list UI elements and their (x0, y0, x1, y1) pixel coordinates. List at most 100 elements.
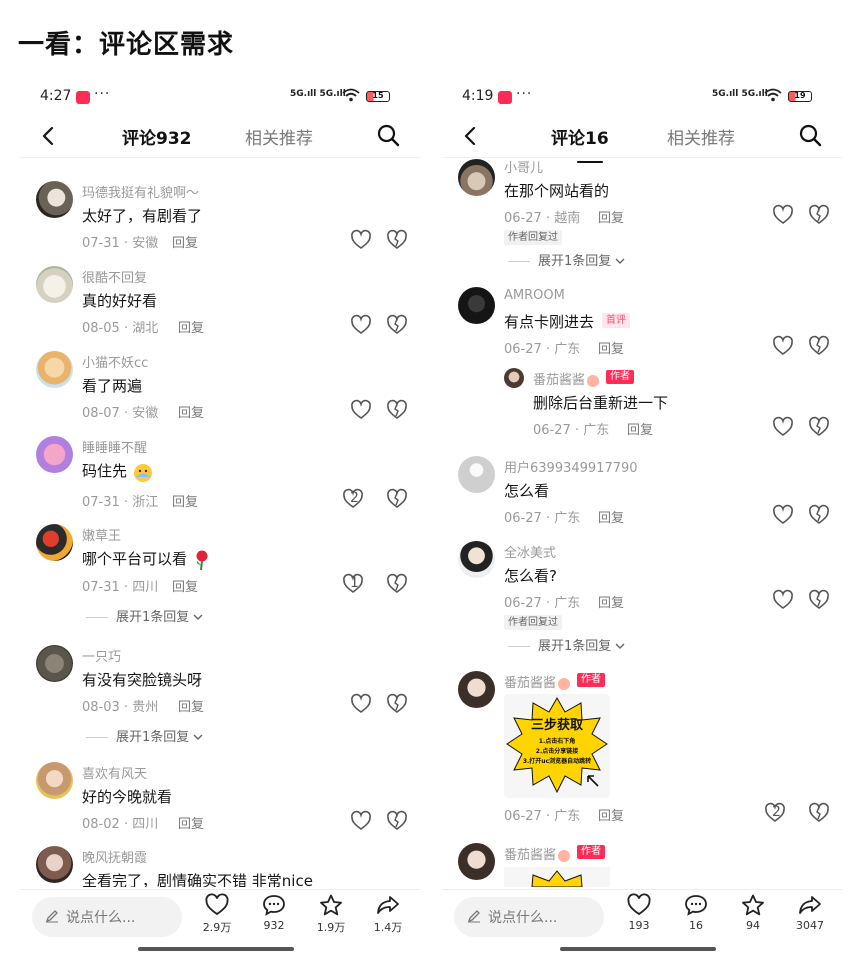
expand-replies-button[interactable]: 展开1条回复 (86, 726, 203, 745)
comment-button[interactable]: 932 (252, 893, 296, 932)
avatar[interactable] (458, 159, 495, 196)
tab-related[interactable]: 相关推荐 (245, 124, 313, 149)
broken-heart-icon[interactable] (808, 589, 830, 611)
back-arrow-icon[interactable] (38, 125, 60, 147)
comment-item[interactable]: 小哥儿 在那个网站看的 06-27 · 越南 回复 作者回复过 展开1条回复 (442, 159, 842, 275)
comment-input[interactable]: 说点什么... (454, 897, 604, 937)
avatar[interactable] (36, 762, 73, 799)
heart-icon[interactable] (350, 399, 372, 421)
comment-button[interactable]: 16 (674, 893, 718, 932)
reply-button[interactable]: 回复 (172, 232, 198, 251)
comment-item[interactable]: 睡睡睡不醒 码住先 07-31 · 浙江 回复 2 (20, 434, 420, 519)
heart-icon[interactable] (772, 416, 794, 438)
reply-button[interactable]: 回复 (178, 696, 204, 715)
broken-heart-icon[interactable] (386, 573, 408, 595)
comment-username[interactable]: 番茄酱酱 (504, 676, 556, 691)
avatar[interactable] (36, 645, 73, 682)
comment-item[interactable]: 喜欢有风天 好的今晚就看 08-02 · 四川 回复 (20, 760, 420, 840)
comment-item[interactable]: 小猫不妖cc 看了两遍 08-07 · 安徽 回复 (20, 349, 420, 429)
heart-icon[interactable] (772, 204, 794, 226)
comment-item[interactable]: 一只巧 有没有突脸镜头呀 08-03 · 贵州 回复 展开1条回复 (20, 643, 420, 758)
reply-username[interactable]: 番茄酱酱 (533, 373, 585, 388)
share-button[interactable]: 1.4万 (366, 893, 410, 935)
tab-related[interactable]: 相关推荐 (667, 124, 735, 149)
reply-button[interactable]: 回复 (598, 207, 624, 226)
comment-username[interactable]: 很酷不回复 (82, 267, 147, 286)
comment-item[interactable]: AMROOM 有点卡刚进去 首评 06-27 · 广东 回复 (442, 285, 842, 365)
avatar[interactable] (36, 181, 73, 218)
comment-image-promo[interactable]: 三步获取 1.点击右下角 2.点击分享链接 3.打开uc浏览器自动跳转 (504, 694, 610, 798)
comment-username[interactable]: 小猫不妖cc (82, 352, 148, 371)
heart-icon[interactable] (772, 589, 794, 611)
broken-heart-icon[interactable] (808, 204, 830, 226)
broken-heart-icon[interactable] (386, 314, 408, 336)
broken-heart-icon[interactable] (386, 229, 408, 251)
tab-comments[interactable]: 评论16 (551, 124, 609, 149)
comment-username[interactable]: 全冰美式 (504, 542, 556, 561)
reply-button[interactable]: 回复 (178, 813, 204, 832)
avatar[interactable] (36, 524, 73, 561)
reply-button[interactable]: 回复 (627, 419, 653, 438)
heart-icon[interactable] (772, 335, 794, 357)
avatar[interactable] (36, 436, 73, 473)
reply-button[interactable]: 回复 (598, 507, 624, 526)
expand-replies-button[interactable]: 展开1条回复 (508, 635, 625, 654)
reply-button[interactable]: 回复 (598, 592, 624, 611)
comment-item[interactable]: 全冰美式 怎么看? 06-27 · 广东 回复 作者回复过 展开1条回复 (442, 539, 842, 659)
comment-username[interactable]: 喜欢有风天 (82, 763, 147, 782)
reply-button[interactable]: 回复 (178, 317, 204, 336)
avatar[interactable] (458, 541, 495, 578)
comment-username[interactable]: 嫩草王 (82, 525, 121, 544)
comment-username[interactable]: 番茄酱酱 (504, 848, 556, 863)
avatar[interactable] (36, 846, 73, 883)
comment-input[interactable]: 说点什么... (32, 897, 182, 937)
like-button[interactable]: 2.9万 (195, 893, 239, 935)
heart-icon[interactable] (350, 229, 372, 251)
search-icon[interactable] (376, 123, 400, 147)
reply-button[interactable]: 回复 (172, 491, 198, 510)
avatar[interactable] (458, 671, 495, 708)
heart-icon[interactable] (350, 314, 372, 336)
broken-heart-icon[interactable] (808, 802, 830, 824)
heart-icon[interactable] (350, 693, 372, 715)
avatar[interactable] (36, 351, 73, 388)
comment-username[interactable]: 玛德我挺有礼貌啊～ (82, 182, 199, 201)
comment-username[interactable]: AMROOM (504, 288, 565, 303)
comment-username[interactable]: 睡睡睡不醒 (82, 437, 147, 456)
avatar[interactable] (504, 368, 524, 388)
heart-icon[interactable] (772, 504, 794, 526)
comment-username[interactable]: 用户6399349917790 (504, 457, 638, 476)
avatar-default[interactable] (458, 456, 495, 493)
broken-heart-icon[interactable] (808, 335, 830, 357)
share-button[interactable]: 3047 (788, 893, 832, 932)
reply-button[interactable]: 回复 (598, 338, 624, 357)
avatar[interactable] (36, 266, 73, 303)
expand-replies-button[interactable]: 展开1条回复 (508, 250, 625, 269)
comment-item[interactable]: 嫩草王 哪个平台可以看 07-31 · 四川 回复 1 展开1条回复 (20, 522, 420, 637)
reply-button[interactable]: 回复 (598, 805, 624, 824)
comment-username[interactable]: 晚风抚朝霞 (82, 847, 147, 866)
reply-button[interactable]: 回复 (178, 402, 204, 421)
expand-replies-button[interactable]: 展开1条回复 (86, 606, 203, 625)
comment-username[interactable]: 一只巧 (82, 646, 121, 665)
comment-item[interactable]: 用户6399349917790 怎么看 06-27 · 广东 回复 (442, 454, 842, 534)
comment-item[interactable]: 玛德我挺有礼貌啊～ 太好了，有剧看了 07-31 · 安徽 回复 (20, 179, 420, 259)
comment-item[interactable]: 番茄酱酱 作者 (442, 841, 842, 887)
reply-item[interactable]: 番茄酱酱 作者 删除后台重新进一下 06-27 · 广东 回复 (442, 366, 842, 446)
heart-icon[interactable] (350, 810, 372, 832)
like-button[interactable]: 193 (617, 893, 661, 932)
back-arrow-icon[interactable] (460, 125, 482, 147)
broken-heart-icon[interactable] (808, 416, 830, 438)
broken-heart-icon[interactable] (386, 399, 408, 421)
comment-item[interactable]: 很酷不回复 真的好好看 08-05 · 湖北 回复 (20, 264, 420, 344)
avatar[interactable] (458, 287, 495, 324)
favorite-button[interactable]: 1.9万 (309, 893, 353, 935)
broken-heart-icon[interactable] (386, 488, 408, 510)
avatar[interactable] (458, 843, 495, 880)
reply-button[interactable]: 回复 (172, 576, 198, 595)
comment-username[interactable]: 小哥儿 (504, 159, 543, 176)
comment-item[interactable]: 番茄酱酱 作者 三步获取 1.点击右下角 2.点击分享链接 3.打开uc浏览器自… (442, 669, 842, 834)
comment-item[interactable]: 晚风抚朝霞 全看完了，剧情确实不错 非常nice (20, 844, 420, 887)
broken-heart-icon[interactable] (808, 504, 830, 526)
broken-heart-icon[interactable] (386, 810, 408, 832)
